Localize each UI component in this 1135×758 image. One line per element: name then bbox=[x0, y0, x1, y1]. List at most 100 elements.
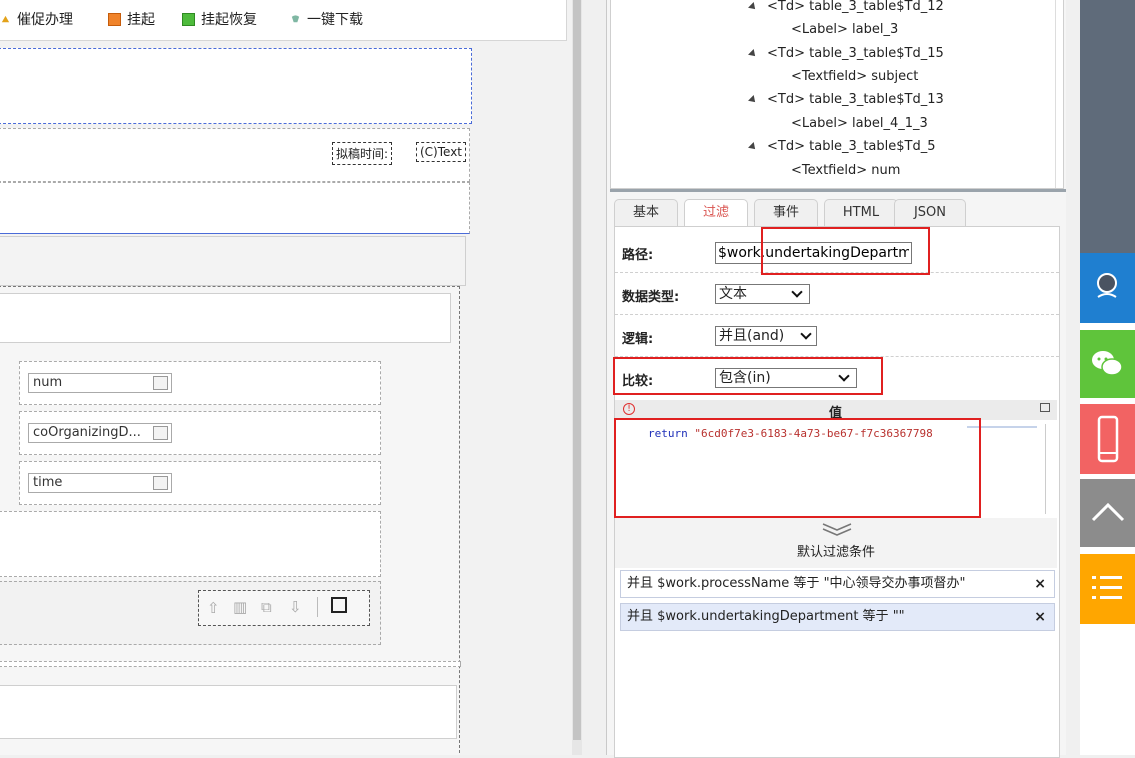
maximize-icon[interactable] bbox=[1040, 403, 1050, 412]
draft-row: 拟稿时间: (C)Text bbox=[0, 128, 470, 182]
content-cell bbox=[0, 511, 381, 577]
form-table: num coOrganizingD... time ⇧ ▥ ⧉ ⇩ bbox=[0, 286, 461, 755]
download-icon[interactable]: ⇩ bbox=[289, 598, 302, 616]
double-chevron-down-icon[interactable] bbox=[822, 523, 852, 537]
list-icon bbox=[1092, 576, 1122, 599]
expand-triangle-icon[interactable] bbox=[748, 95, 758, 105]
tree-node[interactable]: <Td> table_3_table$Td_15 bbox=[748, 46, 944, 61]
collapse-bar[interactable] bbox=[615, 518, 1057, 540]
path-label: 路径: bbox=[622, 248, 654, 263]
tab-filter[interactable]: 过滤 bbox=[684, 199, 748, 227]
copy-icon[interactable]: ⧉ bbox=[261, 598, 272, 616]
draft-time-field[interactable]: (C)Text bbox=[416, 142, 467, 162]
open-external-icon[interactable] bbox=[331, 597, 347, 613]
panel-edge bbox=[1066, 0, 1080, 755]
time-field-value: time bbox=[33, 475, 63, 490]
section-header bbox=[0, 236, 466, 286]
tab-basic[interactable]: 基本 bbox=[614, 199, 678, 226]
property-tabs: 基本 过滤 事件 HTML JSON bbox=[610, 199, 1062, 227]
tree-splitter[interactable] bbox=[610, 189, 1066, 192]
suspend-label: 挂起 bbox=[127, 12, 155, 28]
time-cell: time bbox=[19, 461, 381, 505]
tree-node[interactable]: <Td> table_3_table$Td_12 bbox=[748, 0, 944, 14]
num-field-value: num bbox=[33, 375, 63, 390]
default-condition-2[interactable]: 并且 $work.undertakingDepartment 等于 "" × bbox=[620, 603, 1055, 631]
default-condition-1[interactable]: 并且 $work.processName 等于 "中心领导交办事项督办" × bbox=[620, 570, 1055, 598]
mobile-button[interactable] bbox=[1080, 404, 1135, 474]
download-all-button[interactable]: 一键下载 bbox=[290, 9, 363, 29]
num-field[interactable]: num bbox=[28, 373, 172, 393]
remove-condition-icon[interactable]: × bbox=[1034, 571, 1046, 597]
attachment-toolbar: ⇧ ▥ ⧉ ⇩ bbox=[198, 590, 370, 626]
urge-label: 催促办理 bbox=[17, 12, 73, 28]
upload-icon[interactable]: ⇧ bbox=[207, 599, 220, 617]
tab-json[interactable]: JSON bbox=[894, 199, 966, 226]
attachment-cell: ⇧ ▥ ⧉ ⇩ bbox=[0, 581, 381, 645]
edit-icon bbox=[153, 376, 168, 390]
resume-label: 挂起恢复 bbox=[201, 12, 257, 28]
user-icon bbox=[153, 426, 168, 440]
back-to-top-button[interactable] bbox=[1080, 479, 1135, 547]
tab-events[interactable]: 事件 bbox=[754, 199, 818, 226]
toolbar: 催促办理 挂起 挂起恢复 一键下载 bbox=[0, 0, 567, 41]
expand-triangle-icon[interactable] bbox=[748, 49, 758, 59]
tree-node[interactable]: <Label> label_3 bbox=[791, 22, 898, 37]
editor-scrollbar[interactable] bbox=[1045, 424, 1046, 514]
remove-condition-icon[interactable]: × bbox=[1034, 604, 1046, 630]
chevron-down-icon bbox=[791, 286, 803, 298]
delete-icon[interactable]: ▥ bbox=[233, 598, 247, 616]
resume-icon bbox=[182, 12, 195, 26]
scrollbar-thumb[interactable] bbox=[573, 0, 581, 740]
alert-icon: ! bbox=[623, 403, 635, 415]
wechat-button[interactable] bbox=[1080, 330, 1135, 398]
suspend-button[interactable]: 挂起 bbox=[108, 9, 155, 29]
expand-triangle-icon[interactable] bbox=[748, 142, 758, 152]
co-organizing-value: coOrganizingD... bbox=[33, 425, 141, 440]
tree-node[interactable]: <Textfield> num bbox=[791, 163, 900, 178]
chevron-up-icon bbox=[1091, 502, 1125, 522]
download-all-label: 一键下载 bbox=[307, 12, 363, 28]
divider-row bbox=[0, 661, 461, 667]
expand-triangle-icon[interactable] bbox=[748, 2, 758, 12]
service-icon bbox=[1097, 273, 1117, 298]
tree-node[interactable]: <Label> label_4_1_3 bbox=[791, 116, 928, 131]
mobile-icon bbox=[1097, 415, 1119, 463]
tree-node[interactable]: <Td> table_3_table$Td_13 bbox=[748, 92, 944, 107]
wechat-icon bbox=[1092, 351, 1123, 376]
condition-text: 并且 $work.undertakingDepartment 等于 "" bbox=[627, 609, 905, 624]
logic-select[interactable]: 并且(and) bbox=[715, 326, 817, 346]
co-organizing-cell: coOrganizingD... bbox=[19, 411, 381, 455]
urge-button[interactable]: 催促办理 bbox=[0, 9, 73, 29]
datatype-label: 数据类型: bbox=[622, 290, 680, 305]
datatype-select[interactable]: 文本 bbox=[715, 284, 810, 304]
tree-scroll-edge bbox=[1055, 0, 1056, 188]
draft-time-label: 拟稿时间: bbox=[332, 142, 393, 165]
download-icon bbox=[291, 14, 300, 22]
title-area[interactable] bbox=[0, 48, 472, 124]
menu-button[interactable] bbox=[1080, 554, 1135, 624]
highlight-path bbox=[761, 227, 930, 275]
resume-button[interactable]: 挂起恢复 bbox=[182, 9, 257, 29]
form-designer-canvas: 催促办理 挂起 挂起恢复 一键下载 拟稿时间: (C)Text num coOr… bbox=[0, 0, 572, 755]
default-filter-area bbox=[614, 636, 1060, 755]
tree-node[interactable]: <Td> table_3_table$Td_5 bbox=[748, 139, 935, 154]
logic-row: 逻辑: 并且(and) bbox=[615, 315, 1059, 357]
designer-scrollbar[interactable] bbox=[572, 0, 582, 755]
tree-node[interactable]: <Textfield> subject bbox=[791, 69, 918, 84]
section-row bbox=[0, 182, 470, 234]
rail-top-block bbox=[1080, 0, 1135, 253]
tab-html[interactable]: HTML bbox=[824, 199, 898, 226]
table-header-row bbox=[0, 293, 451, 343]
num-cell: num bbox=[19, 361, 381, 405]
datatype-row: 数据类型: 文本 bbox=[615, 273, 1059, 315]
time-field[interactable]: time bbox=[28, 473, 172, 493]
highlight-value bbox=[614, 418, 981, 518]
condition-text: 并且 $work.processName 等于 "中心领导交办事项督办" bbox=[627, 576, 966, 591]
co-organizing-field[interactable]: coOrganizingD... bbox=[28, 423, 172, 443]
calendar-icon bbox=[153, 476, 168, 490]
splitter[interactable] bbox=[582, 0, 606, 755]
service-button[interactable] bbox=[1080, 253, 1135, 323]
highlight-compare bbox=[613, 357, 883, 395]
bell-icon bbox=[1, 15, 10, 22]
chevron-down-icon bbox=[800, 328, 812, 340]
